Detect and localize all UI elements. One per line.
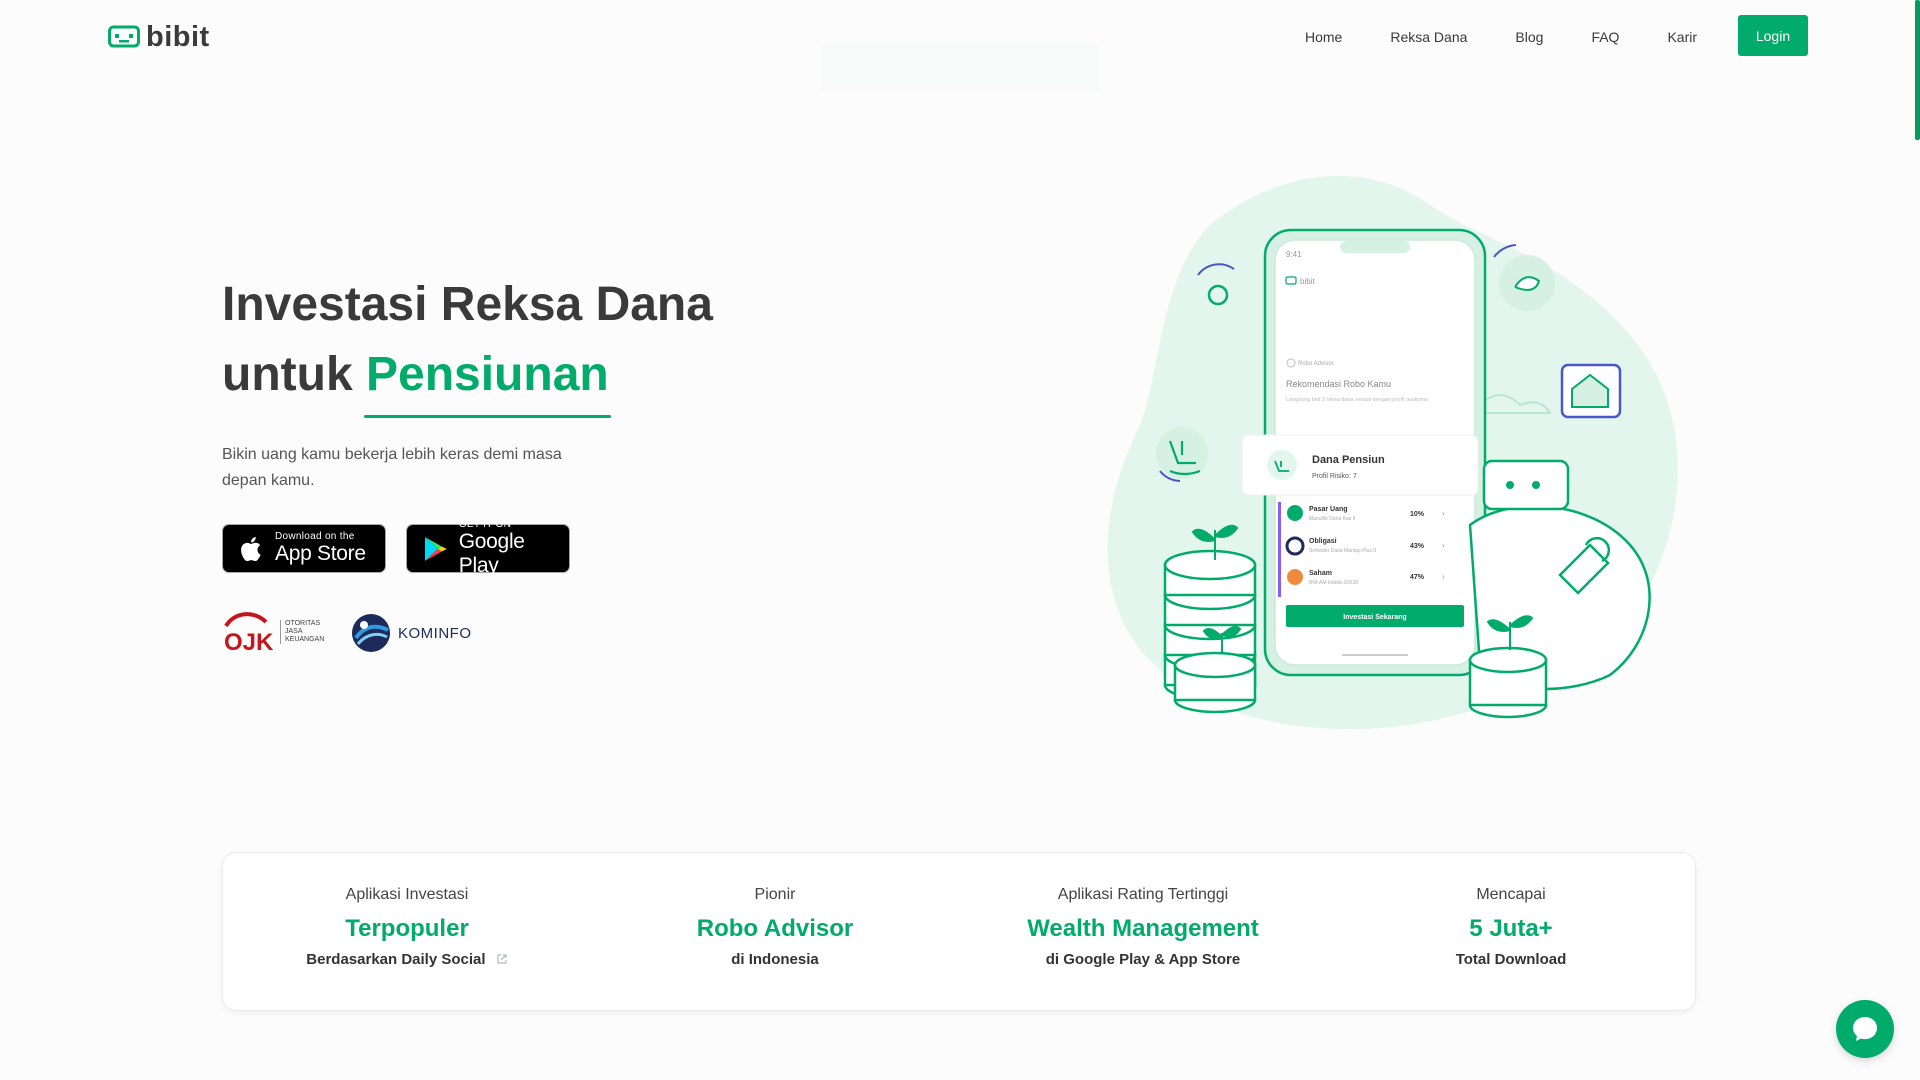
highlight-wealth-management: Aplikasi Rating Tertinggi Wealth Managem… <box>959 883 1327 971</box>
nav-karir[interactable]: Karir <box>1667 22 1697 52</box>
coin-stack-right-icon <box>1468 646 1548 719</box>
fund-2-pct: 43% <box>1410 543 1425 550</box>
phone-cta: Investasi Sekarang <box>1343 614 1406 621</box>
highlights-card: Aplikasi Investasi Terpopuler Berdasarka… <box>222 852 1696 1011</box>
svg-text:›: › <box>1442 572 1445 581</box>
fund-1-pct: 10% <box>1410 511 1425 518</box>
site-header: bibit Home Reksa Dana Blog FAQ Karir Log… <box>0 0 1920 92</box>
highlight-2-main: Robo Advisor <box>696 915 854 942</box>
phone-mockup: 9:41 bibit Robo Advisor Rekomendasi Robo… <box>1241 228 1487 677</box>
logo-text: bibit <box>146 21 210 53</box>
ojk-label-line1: OTORITAS <box>285 620 321 627</box>
app-store-button[interactable]: Download on the App Store <box>222 524 386 573</box>
highlight-downloads: Mencapai 5 Juta+ Total Download <box>1327 883 1695 971</box>
apple-icon <box>241 536 261 561</box>
fund-3-pct: 47% <box>1410 574 1425 581</box>
highlight-3-sub: di Google Play & App Store <box>1045 951 1241 968</box>
ojk-logo: OJK OTORITAS JASA KEUANGAN <box>222 610 324 654</box>
highlight-1-main: Terpopuler <box>345 915 469 942</box>
phone-reco-title: Rekomendasi Robo Kamu <box>1286 379 1391 389</box>
highlight-4-main: 5 Juta+ <box>1469 915 1553 942</box>
house-icon <box>1560 363 1622 419</box>
app-store-big-label: App Store <box>275 542 366 565</box>
hero-title-accent: Pensiunan <box>363 340 611 418</box>
ojk-logo-text: OJK <box>224 629 274 654</box>
fund-1-desc: Manulife Dana Kas II <box>1309 516 1355 522</box>
highlight-3-main: Wealth Management <box>1027 915 1259 942</box>
kominfo-emblem-icon <box>352 614 390 652</box>
highlight-4-sub: Total Download <box>1455 951 1567 968</box>
header-placeholder-bar <box>822 42 1098 92</box>
phone-app-name: bibit <box>1300 277 1315 286</box>
phone-robo-label: Robo Advisor <box>1298 361 1334 367</box>
scroll-indicator[interactable] <box>1915 0 1920 140</box>
ojk-label-line2: JASA <box>285 628 303 635</box>
google-play-text: GET IT ON Google Play <box>459 519 569 578</box>
highlight-2-sub: di Indonesia <box>731 951 819 968</box>
phone-card-title: Dana Pensiun <box>1312 454 1385 466</box>
google-play-small-label: GET IT ON <box>458 519 512 530</box>
login-button[interactable]: Login <box>1738 15 1808 56</box>
app-store-small-label: Download on the <box>275 531 355 542</box>
main-nav: Home Reksa Dana Blog FAQ Karir <box>1305 22 1697 52</box>
highlight-1-pre: Aplikasi Investasi <box>345 886 469 903</box>
bibit-logo-icon <box>108 25 140 48</box>
highlight-3-pre: Aplikasi Rating Tertinggi <box>1057 886 1229 903</box>
fund-2-name: Obligasi <box>1309 538 1337 545</box>
highlight-terpopuler: Aplikasi Investasi Terpopuler Berdasarka… <box>223 883 591 971</box>
chat-bubble-icon <box>1853 1017 1877 1041</box>
coin-stack-left-small-icon <box>1173 651 1257 714</box>
hero-subtitle: Bikin uang kamu bekerja lebih keras demi… <box>222 446 562 489</box>
nav-faq[interactable]: FAQ <box>1591 22 1619 52</box>
nav-home[interactable]: Home <box>1305 22 1342 52</box>
bibit-logo[interactable]: bibit <box>108 21 210 53</box>
chat-button[interactable] <box>1836 1000 1894 1058</box>
ojk-mark-icon: OJK <box>224 612 274 654</box>
highlight-robo-advisor: Pionir Robo Advisor di Indonesia <box>591 883 959 971</box>
hero-title: Investasi Reksa Dana untuk Pensiunan <box>222 270 713 418</box>
svg-text:›: › <box>1442 509 1445 518</box>
nav-reksa-dana[interactable]: Reksa Dana <box>1390 22 1467 52</box>
highlight-1-sub-text[interactable]: Berdasarkan Daily Social <box>306 951 485 968</box>
google-play-button[interactable]: GET IT ON Google Play <box>406 519 570 577</box>
fund-2-desc: Schroder Dana Mantap Plus II <box>1309 548 1376 554</box>
fund-1-name: Pasar Uang <box>1309 506 1348 513</box>
highlight-4-pre: Mencapai <box>1476 886 1546 903</box>
phone-time: 9:41 <box>1286 250 1302 259</box>
fund-3-name: Saham <box>1309 570 1332 577</box>
google-play-big-label: Google Play <box>458 530 525 577</box>
highlight-2-pre: Pionir <box>754 886 796 903</box>
hero-title-prefix: untuk <box>222 348 366 401</box>
ojk-label: OTORITAS JASA KEUANGAN <box>280 620 324 644</box>
external-link-icon[interactable] <box>496 953 508 965</box>
highlight-1-sub[interactable]: Berdasarkan Daily Social <box>223 949 591 971</box>
nav-blog[interactable]: Blog <box>1515 22 1543 52</box>
hero-title-line1: Investasi Reksa Dana <box>222 278 713 331</box>
svg-text:›: › <box>1442 541 1445 550</box>
kominfo-text: KOMINFO <box>398 624 472 642</box>
kominfo-logo: KOMINFO <box>350 612 472 654</box>
phone-card-profile: Profil Risiko: 7 <box>1312 473 1357 480</box>
hero-illustration: 9:41 bibit Robo Advisor Rekomendasi Robo… <box>1107 176 1678 730</box>
phone-reco-desc: Langsung beli 3 reksa dana sesuai dengan… <box>1286 397 1428 403</box>
google-play-icon <box>424 536 447 561</box>
fund-3-desc: BNI-AM Indeks IDX30 <box>1309 580 1358 586</box>
app-store-text: Download on the App Store <box>275 531 366 566</box>
ojk-label-line3: KEUANGAN <box>285 636 325 643</box>
